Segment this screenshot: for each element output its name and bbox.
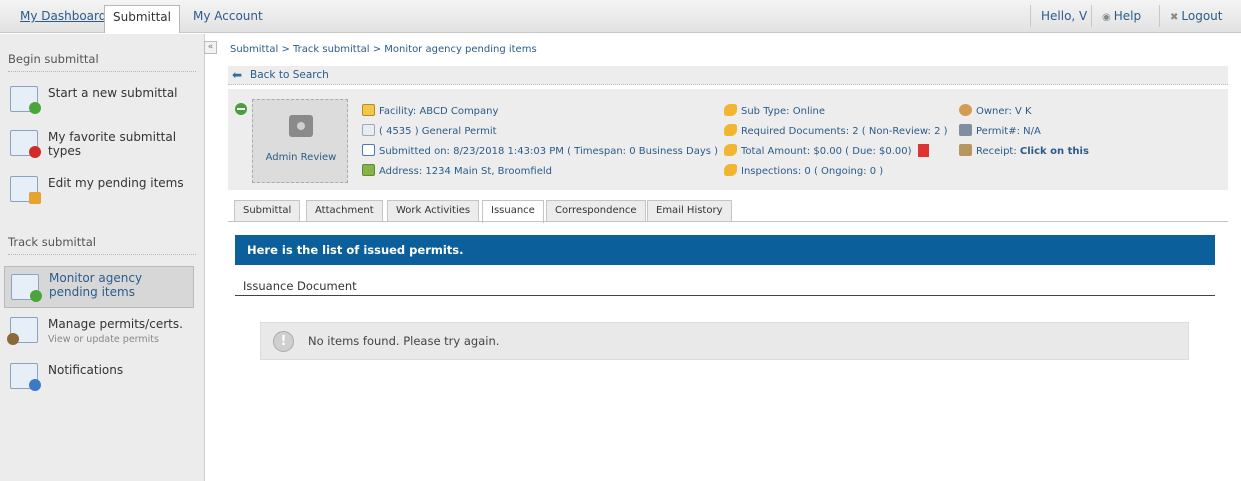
status-icon xyxy=(289,115,313,137)
submitted-on-text: Submitted on: 8/23/2018 1:43:03 PM ( Tim… xyxy=(379,146,719,157)
help-label: Help xyxy=(1113,9,1142,23)
tab-correspondence[interactable]: Correspondence xyxy=(546,200,646,222)
logout-link[interactable]: ✖ Logout xyxy=(1159,5,1232,27)
user-greeting[interactable]: Hello, V xyxy=(1030,5,1097,27)
sidebar-item-manage-permits[interactable]: Manage permits/certs. View or update per… xyxy=(4,317,194,349)
tab-attachment[interactable]: Attachment xyxy=(306,200,383,222)
folder-icon xyxy=(362,104,375,116)
sidebar-item-label: Manage permits/certs. xyxy=(48,317,183,331)
permit-type-text: ( 4535 ) General Permit xyxy=(379,126,497,137)
facility-text[interactable]: Facility: ABCD Company xyxy=(379,106,498,117)
permit-number-text: Permit#: N/A xyxy=(976,126,1041,137)
arrow-icon xyxy=(724,164,737,176)
submittal-info-panel: Admin Review Facility: ABCD Company ( 45… xyxy=(228,89,1228,190)
sidebar-item-label: Edit my pending items xyxy=(48,176,184,190)
sidebar-item-label: Monitor agency pending items xyxy=(49,271,143,299)
monitor-pending-icon xyxy=(11,274,42,302)
total-amount-text: Total Amount: $0.00 ( Due: $0.00) xyxy=(741,146,912,157)
sidebar: Begin submittal Start a new submittal My… xyxy=(0,34,205,481)
tab-divider xyxy=(228,221,1228,222)
receipt-row: Receipt: Click on this xyxy=(959,144,1089,158)
sub-type-text: Sub Type: Online xyxy=(741,106,825,117)
tab-issuance[interactable]: Issuance xyxy=(482,200,544,223)
sidebar-item-start-new-submittal[interactable]: Start a new submittal xyxy=(4,86,194,118)
begin-submittal-title: Begin submittal xyxy=(8,52,196,72)
tab-my-account[interactable]: My Account xyxy=(185,5,271,29)
collapse-sidebar-button[interactable]: « xyxy=(204,41,217,54)
required-docs-text[interactable]: Required Documents: 2 ( Non-Review: 2 ) xyxy=(741,126,948,137)
section-header: Issuance Document xyxy=(243,279,357,293)
arrow-icon xyxy=(724,144,737,156)
status-label: Admin Review xyxy=(265,152,337,163)
owner-text: Owner: V K xyxy=(976,106,1032,117)
top-navigation-bar: My Dashboard Submittal My Account Hello,… xyxy=(0,0,1241,33)
status-box: Admin Review xyxy=(252,99,348,183)
sidebar-item-favorite-submittal-types[interactable]: My favorite submittal types xyxy=(4,130,194,162)
sidebar-item-notifications[interactable]: Notifications xyxy=(4,363,194,393)
info-icon: ! xyxy=(273,331,294,352)
help-link[interactable]: ◉ Help xyxy=(1091,5,1151,27)
add-submittal-icon xyxy=(10,86,41,114)
logout-icon: ✖ xyxy=(1170,12,1179,23)
facility-row: Facility: ABCD Company xyxy=(362,104,498,118)
required-docs-row: Required Documents: 2 ( Non-Review: 2 ) xyxy=(724,124,948,138)
edit-pending-icon xyxy=(10,176,41,204)
sidebar-item-label: Notifications xyxy=(48,363,124,377)
tab-submittal-detail[interactable]: Submittal xyxy=(234,200,301,222)
section-divider xyxy=(235,295,1215,296)
back-to-search-bar: ⬅ Back to Search xyxy=(228,66,1228,85)
address-row: Address: 1234 Main St, Broomfield xyxy=(362,164,552,178)
favorite-submittal-icon xyxy=(10,130,41,158)
certificate-icon xyxy=(959,124,972,136)
breadcrumb[interactable]: Submittal > Track submittal > Monitor ag… xyxy=(230,44,537,55)
pdf-icon[interactable] xyxy=(917,144,929,157)
notifications-icon xyxy=(10,363,41,391)
tab-submittal[interactable]: Submittal xyxy=(104,5,180,33)
sidebar-item-label: Start a new submittal xyxy=(48,86,178,100)
arrow-icon xyxy=(724,124,737,136)
sidebar-item-sublabel: View or update permits xyxy=(48,334,159,345)
tab-work-activities[interactable]: Work Activities xyxy=(387,200,480,222)
back-to-search-link[interactable]: Back to Search xyxy=(250,69,329,81)
empty-results-message: ! No items found. Please try again. xyxy=(260,322,1189,360)
arrow-icon xyxy=(724,104,737,116)
receipt-icon xyxy=(959,144,972,156)
back-arrow-icon: ⬅ xyxy=(232,68,243,82)
help-icon: ◉ xyxy=(1102,12,1111,23)
manage-permits-icon xyxy=(7,317,38,345)
receipt-link[interactable]: Click on this xyxy=(1020,146,1089,157)
tab-my-dashboard[interactable]: My Dashboard xyxy=(12,5,114,29)
calendar-icon xyxy=(362,144,375,156)
permit-number-row: Permit#: N/A xyxy=(959,124,1041,138)
submitted-on-row: Submitted on: 8/23/2018 1:43:03 PM ( Tim… xyxy=(362,144,718,158)
track-submittal-title: Track submittal xyxy=(8,235,196,255)
issued-permits-banner: Here is the list of issued permits. xyxy=(235,235,1215,265)
collapse-panel-icon[interactable] xyxy=(235,103,247,115)
person-icon xyxy=(959,104,972,116)
sidebar-item-monitor-agency-pending[interactable]: Monitor agency pending items xyxy=(4,266,194,308)
address-text: Address: 1234 Main St, Broomfield xyxy=(379,166,552,177)
permit-type-row: ( 4535 ) General Permit xyxy=(362,124,497,138)
sidebar-item-label: My favorite submittal types xyxy=(48,130,177,158)
empty-message-text: No items found. Please try again. xyxy=(308,334,500,348)
logout-label: Logout xyxy=(1181,9,1223,23)
sub-type-row: Sub Type: Online xyxy=(724,104,825,118)
inspections-row: Inspections: 0 ( Ongoing: 0 ) xyxy=(724,164,883,178)
receipt-label: Receipt: xyxy=(976,146,1017,157)
sidebar-item-edit-pending-items[interactable]: Edit my pending items xyxy=(4,176,194,208)
total-amount-row: Total Amount: $0.00 ( Due: $0.00) xyxy=(724,144,929,158)
owner-row: Owner: V K xyxy=(959,104,1032,118)
map-icon xyxy=(362,164,375,176)
inspections-text[interactable]: Inspections: 0 ( Ongoing: 0 ) xyxy=(741,166,883,177)
tab-email-history[interactable]: Email History xyxy=(647,200,732,222)
document-icon xyxy=(362,124,375,136)
